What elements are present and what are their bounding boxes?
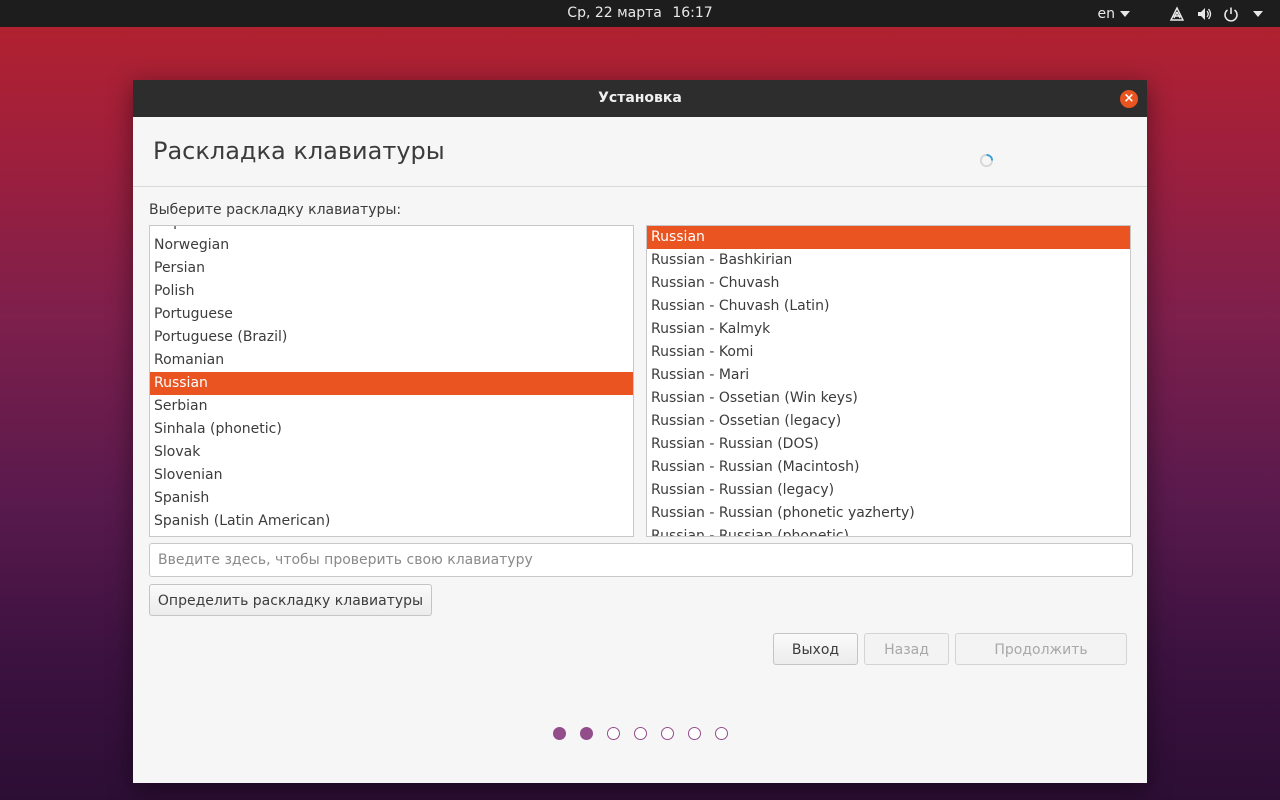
- layout-item[interactable]: Serbian: [150, 395, 633, 418]
- layout-item[interactable]: Spanish (Latin American): [150, 510, 633, 533]
- layout-item[interactable]: Slovenian: [150, 464, 633, 487]
- progress-dot: [687, 727, 701, 740]
- layout-item[interactable]: Norwegian: [150, 234, 633, 257]
- layout-item[interactable]: Persian: [150, 257, 633, 280]
- clock[interactable]: Ср, 22 марта 16:17: [0, 5, 1280, 21]
- system-tray: en: [1098, 0, 1280, 27]
- layout-item[interactable]: Romanian: [150, 349, 633, 372]
- variant-item[interactable]: Russian - Russian (phonetic): [647, 525, 1130, 536]
- variant-item[interactable]: Russian: [647, 226, 1130, 249]
- variant-list-items: Russian Russian - Bashkirian Russian - Chu…: [647, 226, 1130, 536]
- variant-item[interactable]: Russian - Chuvash (Latin): [647, 295, 1130, 318]
- variant-item[interactable]: Russian - Russian (DOS): [647, 433, 1130, 456]
- volume-icon[interactable]: [1195, 5, 1212, 22]
- language-label: en: [1097, 5, 1116, 22]
- layout-item[interactable]: Nepali: [150, 226, 633, 234]
- layout-item[interactable]: Swahili (Kenya): [150, 533, 633, 536]
- progress-dot: [552, 727, 566, 740]
- close-icon[interactable]: ×: [1120, 90, 1138, 108]
- variant-item[interactable]: Russian - Ossetian (legacy): [647, 410, 1130, 433]
- variant-item[interactable]: Russian - Chuvash: [647, 272, 1130, 295]
- chevron-down-icon: [1120, 10, 1130, 17]
- layout-list[interactable]: NepaliNorwegianPersianPolishPortuguesePo…: [149, 225, 634, 537]
- layout-item[interactable]: Slovak: [150, 441, 633, 464]
- layout-item[interactable]: Portuguese (Brazil): [150, 326, 633, 349]
- window-title: Установка: [598, 90, 682, 106]
- layout-item[interactable]: Russian: [150, 372, 633, 395]
- spinner-icon: [979, 153, 994, 168]
- layout-prompt: Выберите раскладку клавиатуры:: [149, 202, 402, 218]
- chevron-down-icon[interactable]: [1249, 5, 1266, 22]
- clock-date: Ср, 22 марта: [567, 5, 662, 21]
- detect-layout-button[interactable]: Определить раскладку клавиатуры: [149, 584, 432, 616]
- layout-list-items: NepaliNorwegianPersianPolishPortuguesePo…: [150, 226, 633, 536]
- continue-button[interactable]: Продолжить: [955, 633, 1127, 665]
- variant-list[interactable]: Russian Russian - Bashkirian Russian - Chu…: [646, 225, 1131, 537]
- layout-item[interactable]: Polish: [150, 280, 633, 303]
- variant-item[interactable]: Russian - Mari: [647, 364, 1130, 387]
- variant-item[interactable]: Russian - Bashkirian: [647, 249, 1130, 272]
- keyboard-test-input[interactable]: [149, 543, 1133, 577]
- layout-item[interactable]: Sinhala (phonetic): [150, 418, 633, 441]
- network-icon[interactable]: [1168, 5, 1185, 22]
- installer-window: Установка × Раскладка клавиатуры Выберит…: [133, 80, 1147, 783]
- layout-item[interactable]: Spanish: [150, 487, 633, 510]
- progress-dot: [606, 727, 620, 740]
- progress-dot: [579, 727, 593, 740]
- progress-dot: [714, 727, 728, 740]
- variant-item[interactable]: Russian - Ossetian (Win keys): [647, 387, 1130, 410]
- variant-item[interactable]: Russian - Kalmyk: [647, 318, 1130, 341]
- variant-item[interactable]: Russian - Russian (legacy): [647, 479, 1130, 502]
- top-bar: Ср, 22 марта 16:17 en: [0, 0, 1280, 27]
- variant-item[interactable]: Russian - Russian (Macintosh): [647, 456, 1130, 479]
- layout-item[interactable]: Portuguese: [150, 303, 633, 326]
- progress-dot: [660, 727, 674, 740]
- variant-item[interactable]: Russian - Komi: [647, 341, 1130, 364]
- quit-button[interactable]: Выход: [773, 633, 858, 665]
- language-indicator[interactable]: en: [1097, 5, 1130, 22]
- page-title: Раскладка клавиатуры: [153, 137, 445, 165]
- progress-dot: [633, 727, 647, 740]
- window-titlebar[interactable]: Установка ×: [133, 80, 1147, 117]
- progress-dots: [133, 727, 1147, 740]
- variant-item[interactable]: Russian - Russian (phonetic yazherty): [647, 502, 1130, 525]
- back-button[interactable]: Назад: [864, 633, 949, 665]
- page-header: Раскладка клавиатуры: [133, 117, 1147, 187]
- power-icon[interactable]: [1222, 5, 1239, 22]
- clock-time: 16:17: [672, 5, 713, 21]
